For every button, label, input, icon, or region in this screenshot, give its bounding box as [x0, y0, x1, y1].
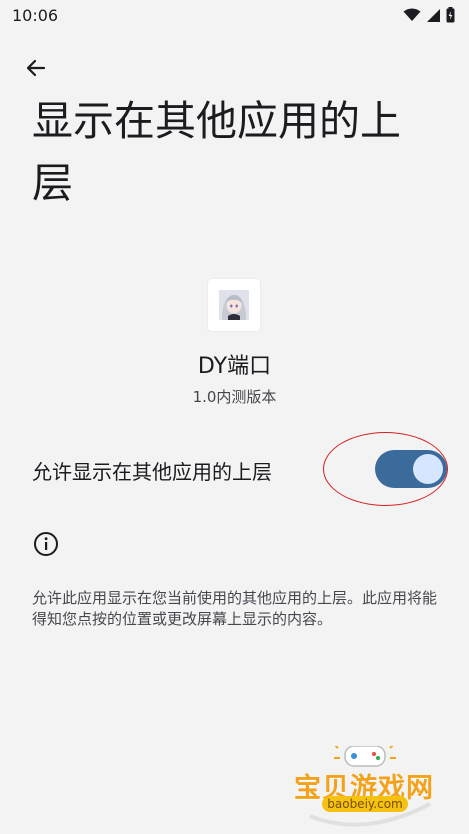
switch-thumb [413, 454, 443, 484]
status-time: 10:06 [12, 6, 59, 25]
permission-switch[interactable] [375, 450, 447, 488]
info-icon [34, 532, 58, 556]
app-icon [208, 279, 260, 331]
anime-avatar-icon [219, 290, 249, 320]
status-icons [403, 7, 455, 23]
permission-label: 允许显示在其他应用的上层 [32, 460, 272, 484]
watermark-logo: 宝贝游戏网 baobeiy.com [290, 746, 440, 830]
permission-toggle-row[interactable]: 允许显示在其他应用的上层 [0, 440, 469, 500]
watermark-url: baobeiy.com [322, 796, 408, 812]
status-bar: 10:06 [0, 0, 469, 32]
permission-description: 允许此应用显示在您当前使用的其他应用的上层。此应用将能得知您点按的位置或更改屏幕… [32, 589, 438, 628]
arrow-back-icon [26, 59, 46, 77]
battery-icon [446, 7, 455, 23]
app-name: DY端口 [197, 354, 272, 379]
back-button[interactable] [20, 52, 52, 84]
wifi-icon [403, 8, 421, 21]
signal-icon [427, 8, 440, 22]
app-version: 1.0内测版本 [192, 388, 277, 406]
page-title: 显示在其他应用的上层 [32, 97, 401, 207]
